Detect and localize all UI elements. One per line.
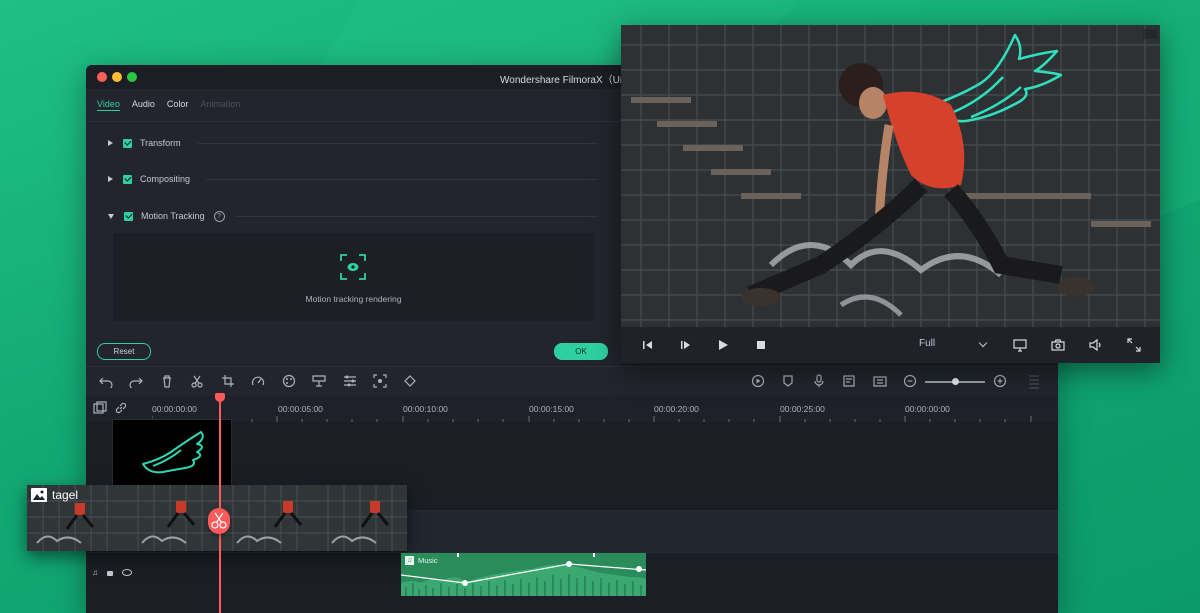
properties-panel: Video Audio Color Animation Transform Co… [86, 89, 621, 366]
music-note-icon: ♫ [92, 568, 98, 577]
divider [86, 121, 621, 122]
undo-icon[interactable] [99, 374, 113, 388]
ruler-label: 00:00:25:00 [780, 404, 825, 414]
motion-tracking-status: Motion tracking rendering [305, 294, 402, 304]
clip-label: tagel [31, 488, 78, 502]
redo-icon[interactable] [129, 374, 143, 388]
chevron-down-icon[interactable] [978, 338, 988, 348]
section-label: Compositing [140, 174, 191, 184]
audio-mixer-icon[interactable] [842, 374, 856, 388]
image-icon [31, 488, 47, 502]
preview-window: Full [621, 25, 1160, 363]
divider [206, 179, 598, 180]
fullscreen-icon[interactable] [1127, 338, 1141, 352]
eye-icon[interactable] [122, 569, 132, 576]
clip-thumbnail [312, 485, 407, 551]
music-clip[interactable]: ♫ Music [401, 553, 646, 596]
split-scissors-icon[interactable] [208, 508, 230, 534]
motion-tracking-icon [340, 254, 366, 280]
snapshot-icon[interactable] [873, 374, 887, 388]
expand-arrow-icon[interactable] [108, 140, 113, 146]
tab-animation[interactable]: Animation [200, 99, 240, 111]
quality-select[interactable]: Full [919, 338, 935, 349]
reset-button[interactable]: Reset [97, 343, 151, 360]
zoom-in-icon[interactable] [993, 374, 1007, 388]
render-icon[interactable] [751, 374, 765, 388]
timeline-toolbar [86, 366, 1058, 397]
previous-frame-icon[interactable] [641, 338, 655, 352]
drag-handle-icon[interactable] [1029, 375, 1039, 391]
section-compositing[interactable]: Compositing [108, 172, 190, 186]
ruler-label: 00:00:20:00 [654, 404, 699, 414]
section-motion-tracking[interactable]: Motion Tracking ? [108, 209, 225, 223]
adjust-icon[interactable] [343, 374, 357, 388]
playhead[interactable] [219, 397, 221, 613]
section-label: Transform [140, 138, 181, 148]
preview-video[interactable] [621, 25, 1160, 327]
audio-track-header: ♫ [92, 568, 132, 577]
tab-color[interactable]: Color [167, 99, 189, 111]
section-transform[interactable]: Transform [108, 136, 181, 150]
next-frame-icon[interactable] [679, 338, 693, 352]
volume-icon[interactable] [1089, 338, 1103, 352]
divider [198, 143, 598, 144]
play-icon[interactable] [716, 338, 730, 352]
ruler-label: 00:00:00:00 [905, 404, 950, 414]
add-track-icon[interactable] [93, 401, 107, 415]
properties-tabs: Video Audio Color Animation [97, 99, 240, 111]
crop-icon[interactable] [221, 374, 235, 388]
transform-checkbox[interactable] [123, 138, 132, 148]
lock-icon[interactable] [107, 571, 113, 576]
help-icon[interactable]: ? [213, 210, 225, 222]
music-note-icon: ♫ [405, 556, 414, 565]
zoom-window-button[interactable] [127, 72, 137, 82]
preview-controls: Full [621, 327, 1160, 363]
green-screen-icon[interactable] [312, 374, 326, 388]
color-icon[interactable] [282, 374, 296, 388]
zoom-out-icon[interactable] [903, 374, 917, 388]
clip-thumbnail [217, 485, 312, 551]
ruler-label: 00:00:15:00 [529, 404, 574, 414]
motion-tracking-checkbox[interactable] [124, 211, 133, 221]
cut-icon[interactable] [190, 374, 204, 388]
ruler-label: 00:00:00:00 [152, 404, 197, 414]
compositing-checkbox[interactable] [123, 174, 132, 184]
keyframe-icon[interactable] [403, 374, 417, 388]
clip-name: tagel [52, 488, 79, 502]
display-icon[interactable] [1013, 338, 1027, 352]
delete-icon[interactable] [160, 374, 174, 388]
video-track[interactable] [406, 511, 1058, 552]
section-label: Motion Tracking [141, 211, 205, 221]
music-clip-name: Music [418, 556, 438, 565]
speed-icon[interactable] [251, 374, 265, 388]
ruler-label: 00:00:10:00 [403, 404, 448, 414]
divider [236, 216, 598, 217]
zoom-slider-handle[interactable] [952, 378, 959, 385]
motion-tracking-tool-icon[interactable] [373, 374, 387, 388]
voiceover-icon[interactable] [812, 374, 826, 388]
tab-audio[interactable]: Audio [132, 99, 155, 111]
camera-icon[interactable] [1051, 338, 1065, 352]
collapse-arrow-icon[interactable] [108, 213, 114, 219]
ok-button[interactable]: OK [554, 343, 608, 360]
ruler-label: 00:00:05:00 [278, 404, 323, 414]
minimize-window-button[interactable] [112, 72, 122, 82]
expand-arrow-icon[interactable] [108, 176, 113, 182]
overlay-clip[interactable] [112, 419, 232, 487]
tab-video[interactable]: Video [97, 99, 120, 111]
link-icon[interactable] [114, 401, 128, 415]
window-title: Wondershare FilmoraX（Untit [500, 75, 634, 86]
music-clip-label: ♫ Music [405, 556, 438, 565]
marker-icon[interactable] [781, 374, 795, 388]
clip-thumbnail [122, 485, 217, 551]
stop-icon[interactable] [754, 338, 768, 352]
close-window-button[interactable] [97, 72, 107, 82]
